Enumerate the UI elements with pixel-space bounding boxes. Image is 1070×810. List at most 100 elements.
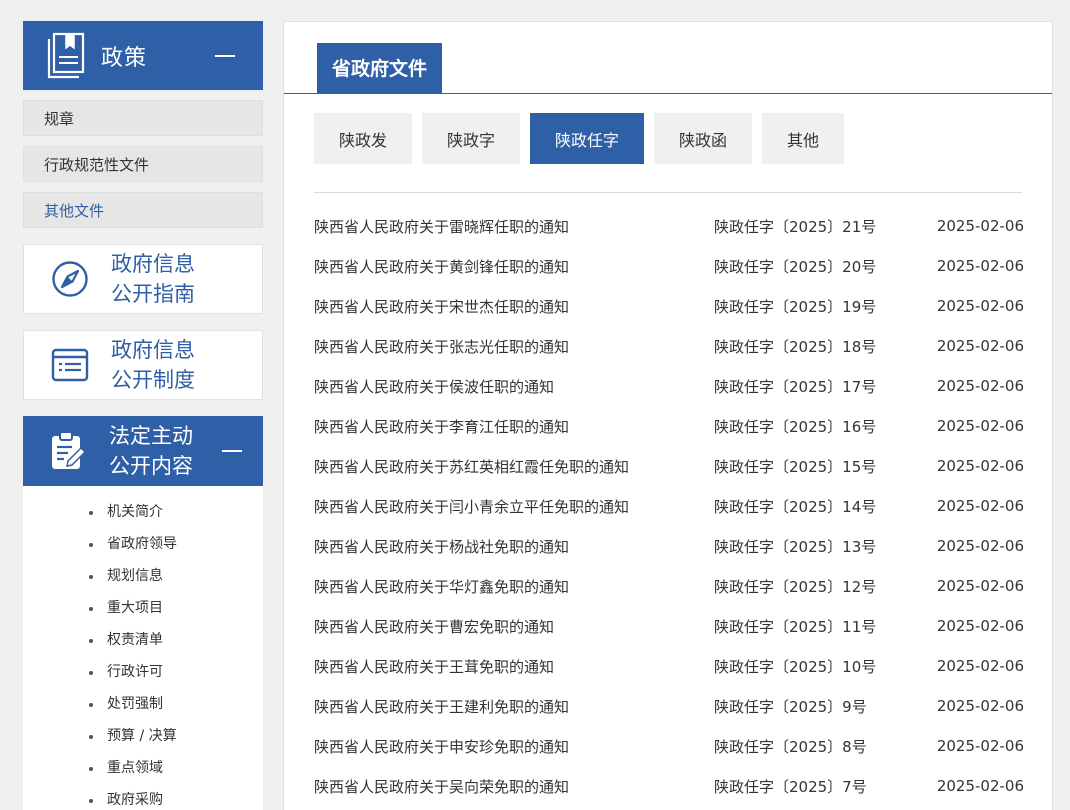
- document-number: 陕政任字〔2025〕11号: [714, 617, 877, 636]
- document-row: 陕西省人民政府关于华灯鑫免职的通知 陕政任字〔2025〕12号 2025-02-06: [314, 566, 1024, 606]
- document-number: 陕政任字〔2025〕8号: [714, 737, 867, 756]
- tab-doc-type-4[interactable]: 其他: [762, 113, 844, 164]
- law-list-item[interactable]: 权责清单: [23, 628, 263, 660]
- policy-section-title: 政策: [101, 45, 148, 71]
- document-row: 陕西省人民政府关于杨战社免职的通知 陕政任字〔2025〕13号 2025-02-06: [314, 526, 1024, 566]
- document-row: 陕西省人民政府关于张志光任职的通知 陕政任字〔2025〕18号 2025-02-06: [314, 326, 1024, 366]
- document-date: 2025-02-06: [936, 657, 1024, 675]
- document-title-link[interactable]: 陕西省人民政府关于吴向荣免职的通知: [314, 776, 714, 797]
- gov-info-guide-line2: 公开指南: [111, 282, 195, 306]
- document-title-link[interactable]: 陕西省人民政府关于张志光任职的通知: [314, 336, 714, 357]
- law-list-item[interactable]: 预算 / 决算: [23, 724, 263, 756]
- tab-doc-type-1[interactable]: 陕政字: [422, 113, 520, 164]
- document-number: 陕政任字〔2025〕7号: [714, 777, 867, 796]
- tab-doc-type-2[interactable]: 陕政任字: [530, 113, 644, 164]
- law-list-item[interactable]: 机关简介: [23, 500, 263, 532]
- document-title-link[interactable]: 陕西省人民政府关于杨战社免职的通知: [314, 536, 714, 557]
- document-date: 2025-02-06: [936, 337, 1024, 355]
- gov-info-guide-line1: 政府信息: [111, 252, 195, 276]
- document-title-link[interactable]: 陕西省人民政府关于宋世杰任职的通知: [314, 296, 714, 317]
- law-list-item[interactable]: 重大项目: [23, 596, 263, 628]
- document-row: 陕西省人民政府关于雷晓辉任职的通知 陕政任字〔2025〕21号 2025-02-06: [314, 206, 1024, 246]
- main-panel: 省政府文件 陕政发 陕政字 陕政任字 陕政函 其他 陕西省人民政府关于雷晓辉任职的通知陕…: [283, 21, 1053, 810]
- tab-doc-type-0[interactable]: 陕政发: [314, 113, 412, 164]
- window-list-icon: [51, 348, 89, 382]
- minus-icon[interactable]: [222, 450, 242, 452]
- document-title-link[interactable]: 陕西省人民政府关于王建利免职的通知: [314, 696, 714, 717]
- gov-info-system-line1: 政府信息: [111, 338, 195, 362]
- sidebar-item-policy-1[interactable]: 行政规范性文件: [23, 146, 263, 182]
- law-list-item[interactable]: 政府采购: [23, 788, 263, 810]
- law-list-item[interactable]: 省政府领导: [23, 532, 263, 564]
- document-date: 2025-02-06: [936, 457, 1024, 475]
- document-title-link[interactable]: 陕西省人民政府关于华灯鑫免职的通知: [314, 576, 714, 597]
- policy-item-list: 规章行政规范性文件 其他文件: [23, 100, 263, 228]
- document-number: 陕政任字〔2025〕20号: [714, 257, 877, 276]
- document-date: 2025-02-06: [936, 497, 1024, 515]
- law-section-title: 法定主动 公开内容: [109, 421, 193, 481]
- document-number: 陕政任字〔2025〕21号: [714, 217, 877, 236]
- document-date: 2025-02-06: [936, 297, 1024, 315]
- document-date: 2025-02-06: [936, 377, 1024, 395]
- document-number: 陕政任字〔2025〕9号: [714, 697, 867, 716]
- document-row: 陕西省人民政府关于黄剑锋任职的通知 陕政任字〔2025〕20号 2025-02-06: [314, 246, 1024, 286]
- document-row: 陕西省人民政府关于李育江任职的通知 陕政任字〔2025〕16号 2025-02-06: [314, 406, 1024, 446]
- document-row: 陕西省人民政府关于闫小青余立平任免职的通知 陕政任字〔2025〕14号 2025-0…: [314, 486, 1024, 526]
- document-number: 陕政任字〔2025〕15号: [714, 457, 877, 476]
- document-number: 陕政任字〔2025〕17号: [714, 377, 877, 396]
- document-row: 陕西省人民政府关于吴向荣免职的通知 陕政任字〔2025〕7号 2025-02-06: [314, 766, 1024, 806]
- document-title-link[interactable]: 陕西省人民政府关于王茸免职的通知: [314, 656, 714, 677]
- tab-provincial-documents[interactable]: 省政府文件: [317, 43, 443, 94]
- document-title-link[interactable]: 陕西省人民政府关于曹宏免职的通知: [314, 616, 714, 637]
- law-list-item[interactable]: 处罚强制: [23, 692, 263, 724]
- law-list-item[interactable]: 行政许可: [23, 660, 263, 692]
- document-date: 2025-02-06: [936, 697, 1024, 715]
- document-date: 2025-02-06: [936, 257, 1024, 275]
- document-number: 陕政任字〔2025〕10号: [714, 657, 877, 676]
- document-row: 陕西省人民政府关于宋世杰任职的通知 陕政任字〔2025〕19号 2025-02-06: [314, 286, 1024, 326]
- document-date: 2025-02-06: [936, 777, 1024, 795]
- document-title-link[interactable]: 陕西省人民政府关于黄剑锋任职的通知: [314, 256, 714, 277]
- gov-info-system-line2: 公开制度: [111, 368, 195, 392]
- document-row: 陕西省人民政府关于王建利免职的通知 陕政任字〔2025〕9号 2025-02-06: [314, 686, 1024, 726]
- gov-info-system-label: 政府信息 公开制度: [111, 335, 195, 395]
- law-section-title-line2: 公开内容: [109, 454, 193, 478]
- document-title-link[interactable]: 陕西省人民政府关于苏红英相红霞任免职的通知: [314, 456, 714, 477]
- document-row: 陕西省人民政府关于王茸免职的通知 陕政任字〔2025〕10号 2025-02-06: [314, 646, 1024, 686]
- document-title-link[interactable]: 陕西省人民政府关于李育江任职的通知: [314, 416, 714, 437]
- gov-info-guide-link[interactable]: 政府信息 公开指南: [23, 244, 263, 314]
- document-date: 2025-02-06: [936, 537, 1024, 555]
- minus-icon[interactable]: [215, 54, 235, 57]
- law-list-item[interactable]: 重点领域: [23, 756, 263, 788]
- document-date: 2025-02-06: [936, 577, 1024, 595]
- document-title-link[interactable]: 陕西省人民政府关于雷晓辉任职的通知: [314, 216, 714, 237]
- sidebar: 政策 规章 行政规范性文件 其他文件 政府信息 公开指南 政府信息 公开制度 法…: [23, 21, 263, 810]
- document-title-link[interactable]: 陕西省人民政府关于申安珍免职的通知: [314, 736, 714, 757]
- document-title-link[interactable]: 陕西省人民政府关于侯波任职的通知: [314, 376, 714, 397]
- gov-info-system-link[interactable]: 政府信息 公开制度: [23, 330, 263, 400]
- law-item-list: 机关简介 省政府领导 规划信息 重大项目 权责清单 行政许可 处罚强制 预算 / 决算 重点领域…: [23, 486, 263, 810]
- compass-icon: [52, 261, 88, 297]
- document-number: 陕政任字〔2025〕14号: [714, 497, 877, 516]
- law-section-header[interactable]: 法定主动 公开内容: [23, 416, 263, 486]
- document-date: 2025-02-06: [936, 417, 1024, 435]
- sidebar-item-policy-2[interactable]: 其他文件: [23, 192, 263, 228]
- gov-info-guide-label: 政府信息 公开指南: [111, 249, 195, 309]
- document-row: 陕西省人民政府关于申安珍免职的通知 陕政任字〔2025〕8号 2025-02-06: [314, 726, 1024, 766]
- tab-doc-type-3[interactable]: 陕政函: [654, 113, 752, 164]
- document-stack-icon: [47, 32, 85, 78]
- document-row: 陕西省人民政府关于曹宏免职的通知 陕政任字〔2025〕11号 2025-02-06: [314, 606, 1024, 646]
- document-date: 2025-02-06: [936, 617, 1024, 635]
- document-list: 陕西省人民政府关于雷晓辉任职的通知 陕政任字〔2025〕21号 2025-02-06…: [314, 206, 1024, 806]
- document-date: 2025-02-06: [936, 217, 1024, 235]
- policy-section-header[interactable]: 政策: [23, 21, 263, 90]
- sidebar-item-policy-0[interactable]: 规章: [23, 100, 263, 136]
- divider: [314, 192, 1022, 193]
- document-number: 陕政任字〔2025〕16号: [714, 417, 877, 436]
- document-row: 陕西省人民政府关于侯波任职的通知 陕政任字〔2025〕17号 2025-02-06: [314, 366, 1024, 406]
- document-title-link[interactable]: 陕西省人民政府关于闫小青余立平任免职的通知: [314, 496, 714, 517]
- document-row: 陕西省人民政府关于苏红英相红霞任免职的通知 陕政任字〔2025〕15号 2025-0…: [314, 446, 1024, 486]
- document-number: 陕政任字〔2025〕19号: [714, 297, 877, 316]
- law-list-item[interactable]: 规划信息: [23, 564, 263, 596]
- law-section-title-line1: 法定主动: [109, 424, 193, 448]
